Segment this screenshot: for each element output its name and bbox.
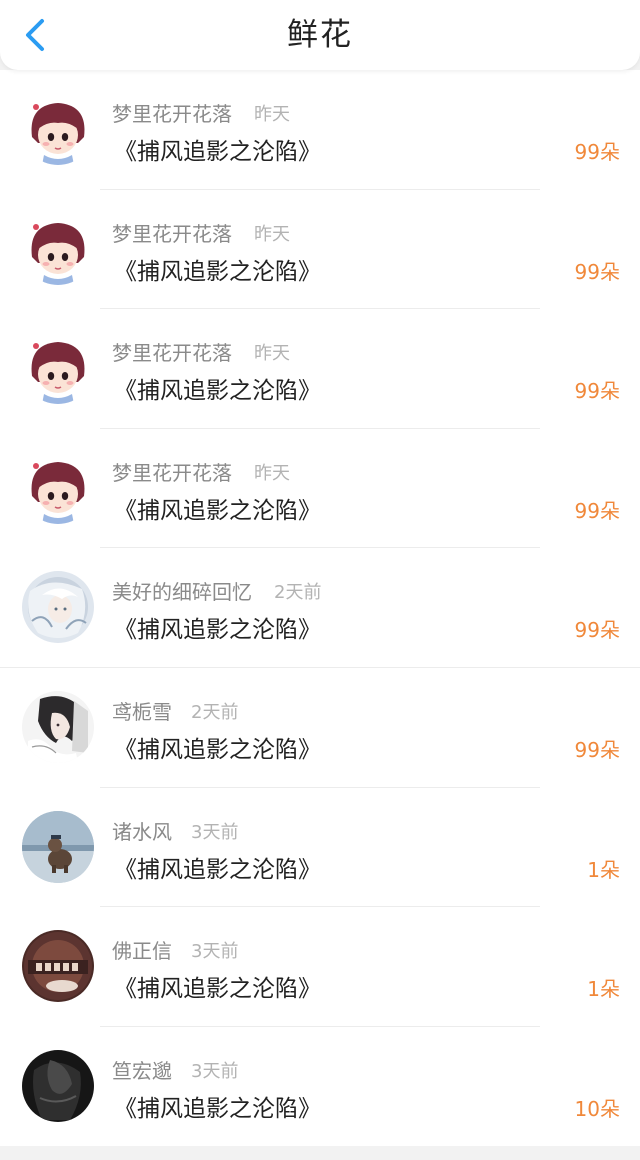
work-title[interactable]: 《捕风追影之沦陷》 [114,252,321,286]
work-title[interactable]: 《捕风追影之沦陷》 [114,730,321,764]
avatar[interactable] [22,930,94,1003]
list-item[interactable]: 诸水风 3天前 《捕风追影之沦陷》 1朵 [0,788,640,908]
sender-name: 鸢栀雪 [112,699,172,724]
avatar[interactable] [22,332,94,405]
work-title[interactable]: 《捕风追影之沦陷》 [114,969,321,1003]
avatar[interactable] [22,93,94,165]
work-title[interactable]: 《捕风追影之沦陷》 [114,491,321,525]
flower-count: 99朵 [574,259,620,284]
work-title[interactable]: 《捕风追影之沦陷》 [114,132,321,166]
avatar[interactable] [22,810,94,883]
flower-record-list: 梦里花开花落 昨天 《捕风追影之沦陷》 99朵 梦里花开花落 昨天 《捕风追影之… [0,70,640,1146]
avatar[interactable] [22,690,94,763]
send-time: 昨天 [254,462,290,484]
sender-name: 佛正信 [112,939,172,964]
send-time: 3天前 [191,821,239,843]
list-item[interactable]: 梦里花开花落 昨天 《捕风追影之沦陷》 99朵 [0,190,640,310]
avatar[interactable] [22,1049,94,1122]
list-item[interactable]: 鸢栀雪 2天前 《捕风追影之沦陷》 99朵 [0,668,640,788]
list-item[interactable]: 梦里花开花落 昨天 《捕风追影之沦陷》 99朵 [0,309,640,429]
send-time: 2天前 [191,701,239,723]
flower-count: 1朵 [587,977,620,1002]
list-item[interactable]: 梦里花开花落 昨天 《捕风追影之沦陷》 99朵 [0,70,640,190]
flower-count: 1朵 [587,857,620,882]
list-item[interactable]: 梦里花开花落 昨天 《捕风追影之沦陷》 99朵 [0,429,640,549]
send-time: 3天前 [191,941,239,963]
send-time: 昨天 [254,104,290,125]
list-item[interactable]: 笪宏邈 3天前 《捕风追影之沦陷》 10朵 [0,1027,640,1147]
list-item[interactable]: 美好的细碎回忆 2天前 《捕风追影之沦陷》 99朵 [0,548,640,668]
flower-count: 99朵 [574,737,620,762]
sender-name: 梦里花开花落 [112,341,232,366]
send-time: 昨天 [254,343,290,365]
sender-name: 梦里花开花落 [112,102,232,126]
sender-name: 梦里花开花落 [112,460,232,485]
work-title[interactable]: 《捕风追影之沦陷》 [114,850,321,884]
send-time: 昨天 [254,223,290,245]
send-time: 3天前 [191,1060,239,1082]
sender-name: 美好的细碎回忆 [112,580,252,605]
sender-name: 诸水风 [112,819,172,844]
top-bar: 鲜花 [0,0,640,70]
avatar[interactable] [22,212,94,285]
avatar[interactable] [22,571,94,644]
page-title: 鲜花 [287,17,353,53]
list-item[interactable]: 佛正信 3天前 《捕风追影之沦陷》 1朵 [0,907,640,1027]
avatar[interactable] [22,451,94,524]
send-time: 2天前 [274,582,322,604]
flower-count: 99朵 [574,618,620,643]
flower-count: 99朵 [574,140,620,164]
flower-count: 99朵 [574,498,620,523]
flower-count: 10朵 [574,1096,620,1121]
flower-count: 99朵 [574,379,620,404]
work-title[interactable]: 《捕风追影之沦陷》 [114,1089,321,1123]
bottom-spacer [0,1146,640,1160]
work-title[interactable]: 《捕风追影之沦陷》 [114,610,321,644]
work-title[interactable]: 《捕风追影之沦陷》 [114,371,321,405]
sender-name: 笪宏邈 [112,1058,172,1083]
flowers-page: 鲜花 梦里花开花落 昨天 《捕风追影之沦陷》 99朵 梦里花开花落 昨天 《捕风… [0,0,640,1160]
sender-name: 梦里花开花落 [112,221,232,246]
